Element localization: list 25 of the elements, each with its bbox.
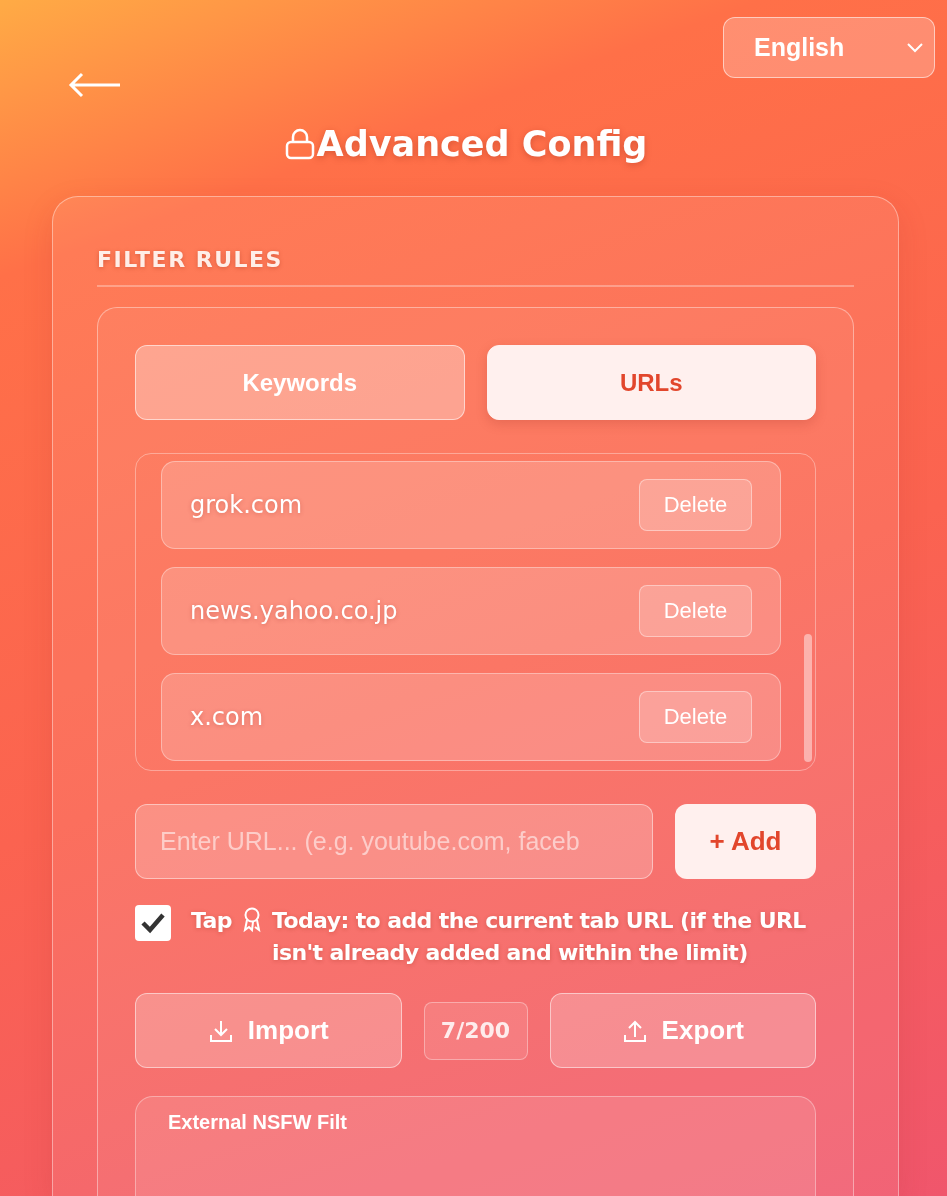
delete-button[interactable]: Delete [639,479,752,531]
lock-icon [284,128,315,160]
section-title: FILTER RULES [97,247,854,287]
back-arrow-icon[interactable] [68,72,122,98]
url-text: grok.com [190,491,303,519]
page-title: Advanced Config [316,124,648,164]
delete-button[interactable]: Delete [639,691,752,743]
tab[interactable]: Keywords [135,345,465,420]
language-select[interactable]: English [723,17,935,78]
tab[interactable]: URLs [486,345,816,420]
add-button[interactable]: + Add [675,804,816,879]
chevron-down-icon [906,41,924,54]
tap-label: Tap [191,907,232,935]
card-title: External NSFW Filt [168,1111,347,1133]
export-button[interactable]: Export [549,993,816,1068]
checkbox[interactable] [135,905,171,941]
auto-add-hint: Today: to add the current tab URL (if the URL isn't already added and within the limit) [271,907,807,967]
ribbon-icon [241,907,262,933]
url-input[interactable]: Enter URL... (e.g. youtube.com, faceb [135,804,653,879]
delete-button[interactable]: Delete [639,585,752,637]
url-text: news.yahoo.co.jp [190,597,398,625]
scrollbar-thumb[interactable] [804,634,812,762]
url-text: x.com [190,703,264,731]
url-count: 7/200 [423,1001,528,1060]
import-button[interactable]: Import [135,993,402,1068]
